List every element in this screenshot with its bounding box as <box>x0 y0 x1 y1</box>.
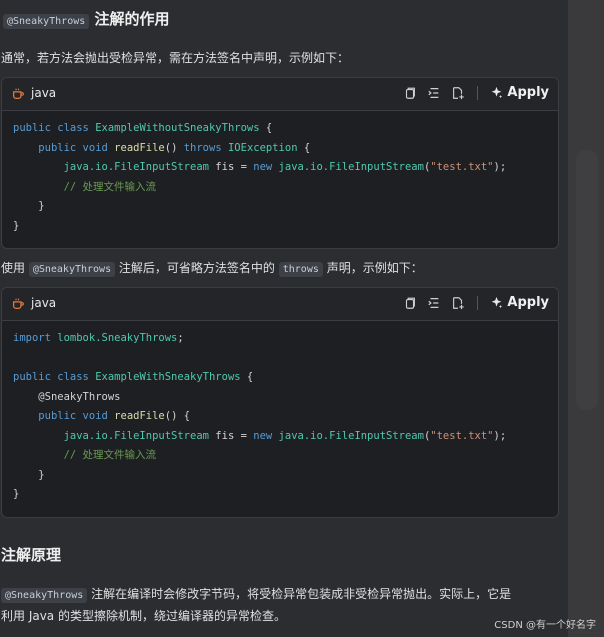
new-file-icon[interactable] <box>451 296 465 310</box>
sparkle-icon <box>492 86 503 99</box>
code-block: java Apply public class ExampleWithoutSn… <box>1 77 559 249</box>
section-heading: @SneakyThrows 注解的作用 <box>3 8 170 29</box>
copy-icon[interactable] <box>403 86 417 100</box>
section-title-principle: 注解原理 <box>1 546 62 564</box>
inline-code-badge: @SneakyThrows <box>28 262 116 277</box>
language-name: java <box>31 86 57 100</box>
new-file-icon[interactable] <box>451 86 465 100</box>
inline-code-badge: @SneakyThrows <box>1 588 88 603</box>
watermark: CSDN @有一个好名字 <box>494 620 596 631</box>
insert-icon[interactable] <box>427 296 441 310</box>
apply-label: Apply <box>507 85 549 100</box>
side-panel <box>568 0 604 637</box>
apply-label: Apply <box>507 295 549 310</box>
mid-paragraph: 使用 @SneakyThrows 注解后，可省略方法签名中的 throws 声明… <box>1 261 423 277</box>
divider <box>477 85 479 100</box>
code-block-header: java Apply <box>2 288 558 321</box>
intro-paragraph: 通常，若方法会抛出受检异常，需在方法签名中声明，示例如下： <box>1 51 350 65</box>
code-actions: Apply <box>403 295 549 310</box>
insert-icon[interactable] <box>427 86 441 100</box>
divider <box>477 295 479 310</box>
principle-line-2: 利用 Java 的类型擦除机制，绕过编译器的异常检查。 <box>1 609 286 623</box>
main-content: @SneakyThrows 注解的作用 通常，若方法会抛出受检异常，需在方法签名… <box>0 0 568 637</box>
copy-icon[interactable] <box>403 296 417 310</box>
code-content: import lombok.SneakyThrows; public class… <box>13 332 507 500</box>
apply-button[interactable]: Apply <box>490 295 549 310</box>
section-title: 注解的作用 <box>94 10 170 28</box>
coffee-icon <box>12 298 24 309</box>
sparkle-icon <box>492 296 503 309</box>
code-block-header: java Apply <box>2 78 558 111</box>
language-name: java <box>31 296 57 310</box>
inline-code-throws: throws <box>278 262 323 277</box>
code-actions: Apply <box>403 85 549 100</box>
coffee-icon <box>12 88 24 99</box>
language-label: java <box>12 86 56 100</box>
code-content: public class ExampleWithoutSneakyThrows … <box>13 122 507 232</box>
code-block: java Apply import lombok.SneakyThrows; p… <box>1 287 559 518</box>
language-label: java <box>12 296 56 310</box>
principle-line-1: @SneakyThrows 注解在编译时会修改字节码，将受检异常包装成非受检异常… <box>1 585 511 603</box>
inline-code-badge: @SneakyThrows <box>3 14 90 29</box>
apply-button[interactable]: Apply <box>490 85 549 100</box>
